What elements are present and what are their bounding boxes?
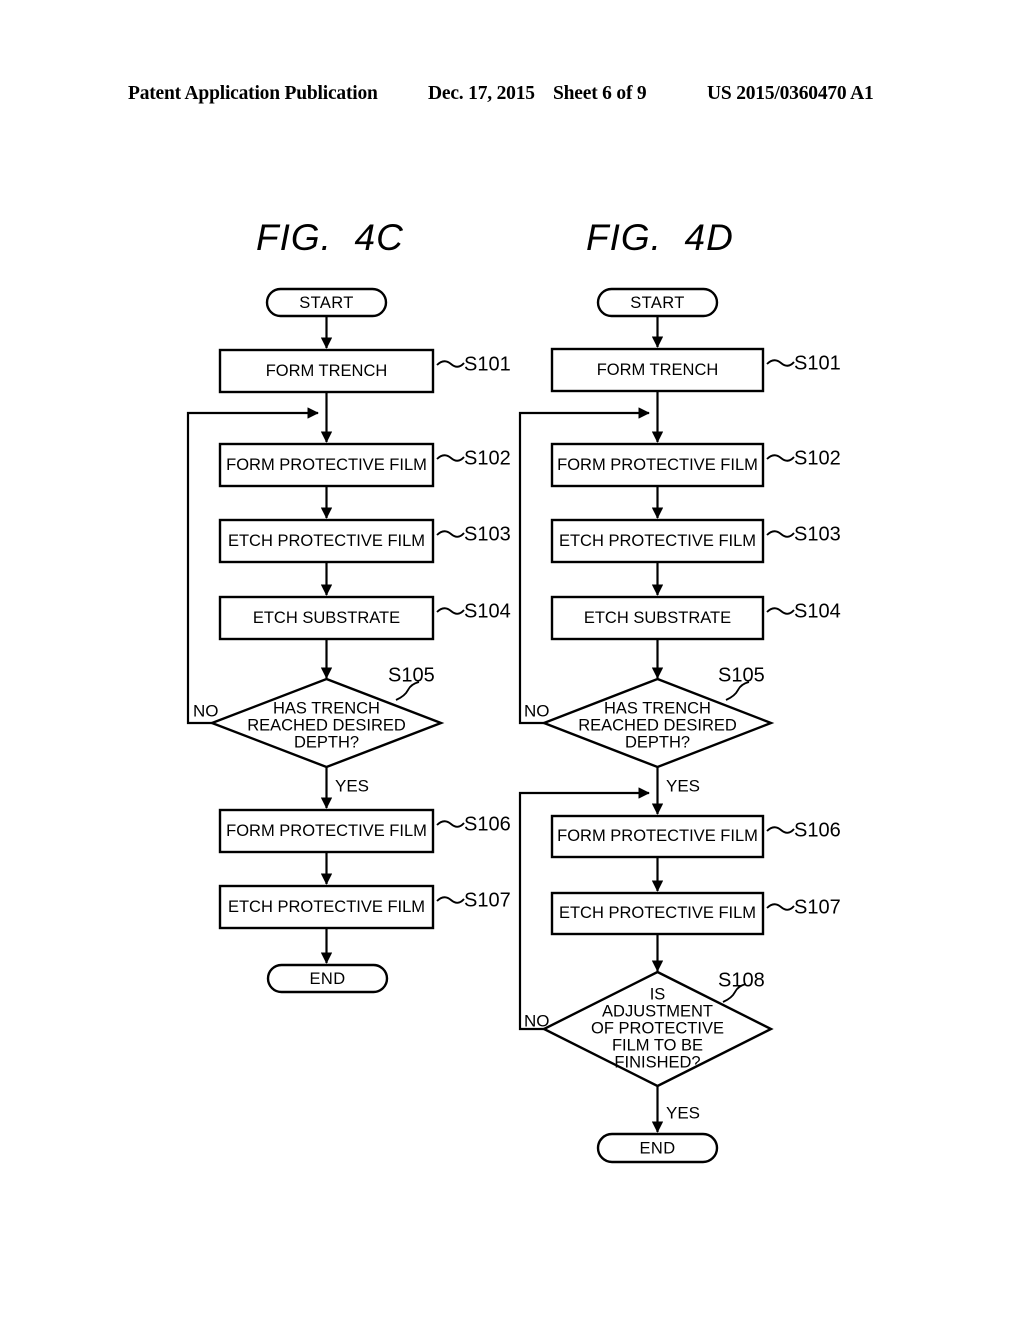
fig4d-step-s104-label: S104 [794, 600, 841, 622]
fig4d-decision-s108-line2: ADJUSTMENT [602, 1002, 713, 1020]
fig4d-step-s102: FORM PROTECTIVE FILM [550, 442, 765, 488]
fig4d-step-s102-text: FORM PROTECTIVE FILM [557, 456, 758, 474]
fig4c-start-label: START [299, 294, 354, 312]
fig4d-step-s104: ETCH SUBSTRATE [550, 595, 765, 641]
fig4c-step-s101: FORM TRENCH [218, 348, 435, 394]
fig4c-step-s104-text: ETCH SUBSTRATE [253, 609, 400, 627]
fig4c-end-label: END [309, 970, 345, 988]
fig4d-step-s101-label: S101 [794, 352, 841, 374]
fig4d-step-s104-text: ETCH SUBSTRATE [584, 609, 731, 627]
fig4c-start-node: START [265, 287, 388, 318]
fig4d-decision-s108-line3: OF PROTECTIVE [591, 1019, 724, 1037]
flowchart-canvas: START FORM TRENCH S101 FORM PROTECTIVE F… [186, 287, 841, 1164]
fig4d-step-s103-label: S103 [794, 523, 841, 545]
flowchart-fig-4c: START FORM TRENCH S101 FORM PROTECTIVE F… [186, 287, 511, 994]
fig4d-decision-s108-line5: FINISHED? [614, 1053, 700, 1071]
fig4c-step-s107-text: ETCH PROTECTIVE FILM [228, 898, 425, 916]
fig4c-decision-s105-yes-label: YES [335, 776, 369, 795]
fig4c-step-s102-text: FORM PROTECTIVE FILM [226, 456, 427, 474]
fig4c-decision-s105-line3: DEPTH? [294, 733, 359, 751]
fig4d-step-s107-text: ETCH PROTECTIVE FILM [559, 904, 756, 922]
fig4d-start-node: START [596, 287, 719, 318]
patent-drawing-page: Patent Application Publication Dec. 17, … [0, 0, 1024, 1320]
fig4d-decision-s108-line4: FILM TO BE [612, 1036, 703, 1054]
fig4d-step-s101: FORM TRENCH [550, 347, 765, 393]
fig4d-decision-s105-yes-label: YES [666, 776, 700, 795]
fig4c-step-s101-text: FORM TRENCH [266, 362, 388, 380]
fig4d-end-node: END [596, 1132, 719, 1164]
fig4d-decision-s108-yes-label: YES [666, 1103, 700, 1122]
fig4c-step-s104: ETCH SUBSTRATE [218, 595, 435, 641]
fig4c-end-node: END [266, 963, 389, 994]
fig4c-step-s107: ETCH PROTECTIVE FILM [218, 884, 435, 930]
fig4c-step-s106-label: S106 [464, 813, 511, 835]
fig4d-start-label: START [630, 294, 685, 312]
fig4c-step-s102-label: S102 [464, 447, 511, 469]
fig4c-step-s104-label: S104 [464, 600, 511, 622]
fig4c-step-s106-text: FORM PROTECTIVE FILM [226, 822, 427, 840]
fig4d-step-s106-label: S106 [794, 819, 841, 841]
fig4d-step-s106-text: FORM PROTECTIVE FILM [557, 827, 758, 845]
fig4c-step-s106: FORM PROTECTIVE FILM [218, 808, 435, 854]
fig4c-step-s103-text: ETCH PROTECTIVE FILM [228, 532, 425, 550]
fig4c-decision-s105-no-label: NO [193, 701, 219, 720]
fig4d-step-s107-label: S107 [794, 896, 841, 918]
flowchart-fig-4d: START FORM TRENCH S101 FORM PROTECTIVE F… [518, 287, 841, 1164]
fig4c-step-s102: FORM PROTECTIVE FILM [218, 442, 435, 488]
fig4d-step-s106: FORM PROTECTIVE FILM [550, 814, 765, 859]
fig4c-decision-s105-label: S105 [388, 664, 435, 686]
fig4d-decision-s108-no-label: NO [524, 1011, 550, 1030]
fig4d-decision-s105-label: S105 [718, 664, 765, 686]
fig4d-step-s107: ETCH PROTECTIVE FILM [550, 891, 765, 936]
fig4d-decision-s105-line3: DEPTH? [625, 733, 690, 751]
fig4d-decision-s108-line1: IS [650, 985, 666, 1003]
fig4d-step-s102-label: S102 [794, 447, 841, 469]
fig4d-decision-s105-no-label: NO [524, 701, 550, 720]
fig4d-step-s103: ETCH PROTECTIVE FILM [550, 518, 765, 564]
fig4c-step-s101-label: S101 [464, 353, 511, 375]
fig4d-step-s103-text: ETCH PROTECTIVE FILM [559, 532, 756, 550]
fig4c-step-s103-label: S103 [464, 523, 511, 545]
fig4d-end-label: END [639, 1139, 675, 1157]
fig4c-step-s103: ETCH PROTECTIVE FILM [218, 518, 435, 564]
fig4d-step-s101-text: FORM TRENCH [597, 361, 719, 379]
fig4c-decision-s105-line1: HAS TRENCH [273, 699, 380, 717]
fig4d-decision-s105-line2: REACHED DESIRED [578, 716, 737, 734]
fig4d-decision-s105-line1: HAS TRENCH [604, 699, 711, 717]
fig4d-decision-s108-label: S108 [718, 969, 765, 991]
fig4c-step-s107-label: S107 [464, 889, 511, 911]
fig4c-decision-s105-line2: REACHED DESIRED [247, 716, 406, 734]
